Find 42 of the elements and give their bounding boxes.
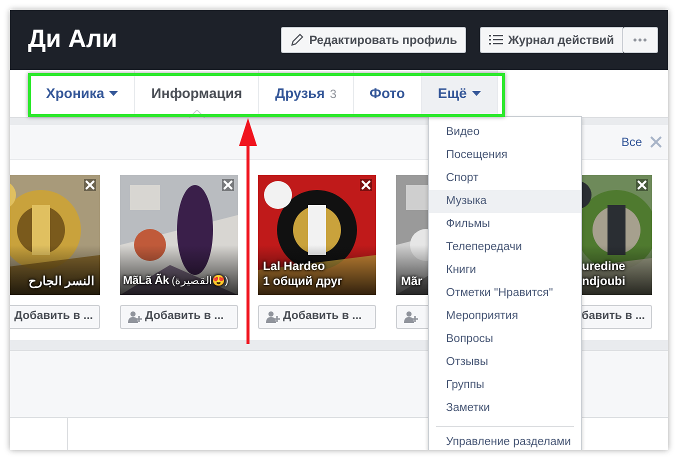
- see-all-link[interactable]: Все: [621, 133, 642, 151]
- menu-item[interactable]: Посещения: [429, 144, 581, 167]
- profile-name: Ди Али: [28, 24, 118, 56]
- edit-profile-button[interactable]: Редактировать профиль: [281, 27, 466, 53]
- menu-item[interactable]: Управление разделами: [429, 431, 581, 450]
- menu-item[interactable]: Фильмы: [429, 213, 581, 236]
- menu-item[interactable]: Спорт: [429, 167, 581, 190]
- add-friend-icon: [266, 311, 280, 323]
- add-friend-icon: [404, 311, 418, 323]
- close-icon: [85, 180, 95, 190]
- person-name[interactable]: Mãr: [401, 274, 422, 289]
- add-friend-button[interactable]: Добавить в ...: [120, 305, 238, 329]
- menu-item[interactable]: Книги: [429, 259, 581, 282]
- menu-item[interactable]: Вопросы: [429, 328, 581, 351]
- close-button[interactable]: [360, 179, 372, 191]
- pencil-icon: [290, 33, 304, 47]
- menu-item[interactable]: Группы: [429, 374, 581, 397]
- menu-item[interactable]: Видео: [429, 121, 581, 144]
- caret-icon: [109, 91, 118, 96]
- menu-item[interactable]: Заметки: [429, 397, 581, 420]
- close-button[interactable]: [84, 179, 96, 191]
- close-icon: [361, 180, 371, 190]
- mutual-friends: 1 общий друг: [263, 274, 342, 289]
- mutual-friends: ndjoubi: [582, 274, 626, 289]
- close-button[interactable]: [636, 179, 648, 191]
- menu-item[interactable]: Отметки "Нравится": [429, 282, 581, 305]
- more-icon: [633, 38, 647, 42]
- close-icon: [637, 180, 647, 190]
- add-friend-button[interactable]: Добавить в ...: [258, 305, 376, 329]
- person-name[interactable]: uredine: [582, 259, 626, 274]
- activity-log-button[interactable]: Журнал действий: [480, 27, 623, 53]
- person-name[interactable]: Lal Hardeo: [263, 259, 326, 274]
- list-icon: [489, 34, 504, 46]
- menu-item[interactable]: Мероприятия: [429, 305, 581, 328]
- add-friend-icon: [128, 311, 142, 323]
- menu-item[interactable]: Музыка: [429, 190, 581, 213]
- friend-count: 3: [330, 86, 337, 102]
- add-friend-button[interactable]: Добавить в ...: [10, 305, 100, 329]
- caret-icon: [472, 91, 481, 96]
- menu-item[interactable]: Отзывы: [429, 351, 581, 374]
- close-icon: [223, 180, 233, 190]
- menu-item[interactable]: Телепередачи: [429, 236, 581, 259]
